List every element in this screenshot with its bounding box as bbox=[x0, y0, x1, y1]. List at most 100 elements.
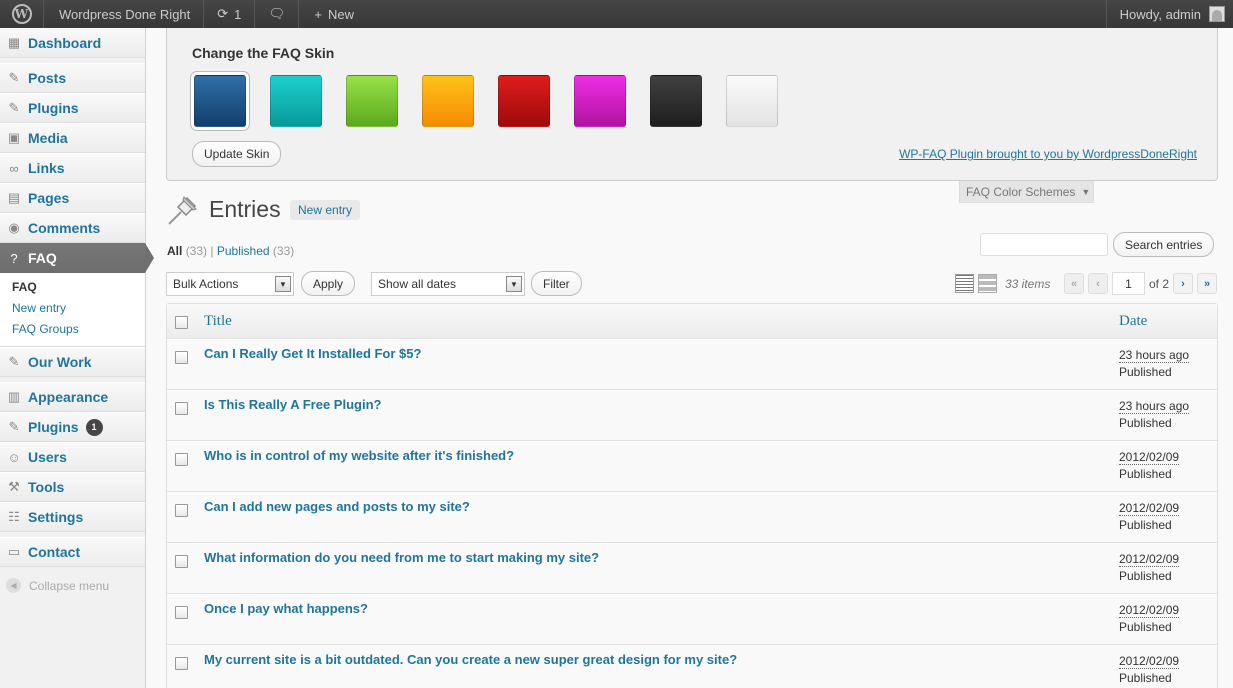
submenu-item-new-entry[interactable]: New entry bbox=[0, 298, 145, 319]
swatch-white[interactable] bbox=[726, 75, 778, 127]
row-checkbox[interactable] bbox=[175, 555, 188, 568]
prev-page-button[interactable]: ‹ bbox=[1088, 273, 1108, 294]
menu-label: Our Work bbox=[28, 354, 92, 370]
howdy-text: Howdy, admin bbox=[1119, 6, 1201, 22]
pushpin-icon: ✎ bbox=[8, 70, 20, 85]
refresh-icon: ⟳ bbox=[217, 6, 229, 21]
menu-item-posts[interactable]: ✎ Posts bbox=[0, 63, 145, 93]
submenu-item-faq[interactable]: FAQ bbox=[0, 277, 145, 298]
entry-date: 2012/02/09 Published bbox=[1119, 551, 1180, 585]
list-view-icon[interactable] bbox=[955, 274, 974, 293]
menu-label: Plugins bbox=[28, 100, 79, 116]
wordpress-logo-icon: W bbox=[11, 4, 32, 24]
triangle-down-icon: ▼ bbox=[1081, 186, 1091, 197]
table-row: What information do you need from me to … bbox=[167, 543, 1217, 594]
plugin-credit-link[interactable]: WP-FAQ Plugin brought to you by Wordpres… bbox=[899, 147, 1197, 161]
filter-published-link[interactable]: Published bbox=[217, 244, 270, 258]
admin-menu: ▦ Dashboard ✎ Posts ✎ Plugins ▣ Media ∞ Links… bbox=[0, 28, 154, 688]
search-input[interactable] bbox=[980, 233, 1108, 256]
excerpt-view-icon[interactable] bbox=[978, 274, 997, 293]
row-checkbox[interactable] bbox=[175, 606, 188, 619]
menu-item-plugins[interactable]: ✎ Plugins 1 bbox=[0, 412, 145, 442]
new-content-menu[interactable]: + New bbox=[299, 0, 369, 28]
menu-item-media[interactable]: ▣ Media bbox=[0, 123, 145, 153]
update-skin-button[interactable]: Update Skin bbox=[192, 141, 282, 167]
faq-color-schemes-tab[interactable]: FAQ Color Schemes ▼ bbox=[959, 181, 1094, 203]
comment-icon: ◉ bbox=[8, 220, 20, 235]
comment-bubble-icon: 🗨 bbox=[268, 6, 286, 21]
comments-link[interactable]: 🗨 bbox=[255, 0, 300, 28]
entries-table: Title Date Can I Really Get It Installed… bbox=[166, 303, 1218, 688]
menu-item-appearance[interactable]: ▥ Appearance bbox=[0, 382, 145, 412]
swatch-green[interactable] bbox=[346, 75, 398, 127]
entry-title-link[interactable]: What information do you need from me to … bbox=[204, 550, 599, 565]
new-label: New bbox=[328, 6, 355, 22]
menu-item-comments[interactable]: ◉ Comments bbox=[0, 213, 145, 243]
first-page-button[interactable]: « bbox=[1064, 273, 1084, 294]
appearance-icon: ▥ bbox=[7, 389, 21, 404]
collapse-menu-button[interactable]: ◀ Collapse menu bbox=[0, 567, 145, 604]
menu-item-users[interactable]: ☺ Users bbox=[0, 442, 145, 472]
row-checkbox[interactable] bbox=[175, 453, 188, 466]
row-checkbox[interactable] bbox=[175, 402, 188, 415]
entry-date-value: 2012/02/09 bbox=[1119, 603, 1180, 618]
row-checkbox[interactable] bbox=[175, 657, 188, 670]
swatch-magenta[interactable] bbox=[574, 75, 626, 127]
select-all-checkbox[interactable] bbox=[175, 316, 188, 329]
swatch-blue[interactable] bbox=[194, 75, 246, 127]
menu-item-faq[interactable]: ? FAQ bbox=[0, 243, 154, 273]
row-checkbox[interactable] bbox=[175, 504, 188, 517]
menu-item-settings[interactable]: ☷ Settings bbox=[0, 502, 145, 532]
menu-item-contact[interactable]: ▭ Contact bbox=[0, 537, 145, 567]
site-name-link[interactable]: Wordpress Done Right bbox=[44, 0, 205, 28]
entry-title-link[interactable]: Who is in control of my website after it… bbox=[204, 448, 514, 463]
entry-date: 2012/02/09 Published bbox=[1119, 449, 1180, 483]
row-checkbox[interactable] bbox=[175, 351, 188, 364]
updates-link[interactable]: ⟳ 1 bbox=[204, 0, 256, 28]
menu-item-tools[interactable]: ⚒ Tools bbox=[0, 472, 145, 502]
menu-item-plugins-top[interactable]: ✎ Plugins bbox=[0, 93, 145, 123]
menu-label: Users bbox=[28, 449, 67, 465]
plugins-update-badge: 1 bbox=[85, 418, 103, 436]
dashboard-icon: ▦ bbox=[7, 35, 21, 50]
account-menu[interactable]: Howdy, admin bbox=[1105, 0, 1233, 28]
plugin-icon: ✎ bbox=[8, 419, 20, 434]
plus-icon: + bbox=[314, 6, 322, 22]
admin-bar: W Wordpress Done Right ⟳ 1 🗨 + New Howdy… bbox=[0, 0, 1233, 28]
entry-title-link[interactable]: Once I pay what happens? bbox=[204, 601, 368, 616]
search-entries-button[interactable]: Search entries bbox=[1113, 232, 1215, 257]
menu-item-our-work[interactable]: ✎ Our Work bbox=[0, 347, 145, 377]
menu-item-dashboard[interactable]: ▦ Dashboard bbox=[0, 28, 145, 58]
filter-button[interactable]: Filter bbox=[531, 271, 582, 296]
entry-date: 2012/02/09 Published bbox=[1119, 653, 1180, 687]
tools-icon: ⚒ bbox=[8, 479, 20, 494]
submenu-item-faq-groups[interactable]: FAQ Groups bbox=[0, 319, 145, 340]
bulk-actions-select[interactable]: Bulk Actions ▼ bbox=[166, 272, 294, 296]
entry-status: Published bbox=[1119, 569, 1172, 583]
entry-title-link[interactable]: Is This Really A Free Plugin? bbox=[204, 397, 381, 412]
swatch-orange[interactable] bbox=[422, 75, 474, 127]
date-filter-select[interactable]: Show all dates ▼ bbox=[371, 272, 525, 296]
entry-title-link[interactable]: Can I add new pages and posts to my site… bbox=[204, 499, 470, 514]
swatch-red[interactable] bbox=[498, 75, 550, 127]
menu-item-pages[interactable]: ▤ Pages bbox=[0, 183, 145, 213]
current-page-input[interactable]: 1 bbox=[1112, 272, 1145, 295]
apply-button[interactable]: Apply bbox=[301, 271, 356, 296]
next-page-button[interactable]: › bbox=[1173, 273, 1193, 294]
swatch-teal[interactable] bbox=[270, 75, 322, 127]
menu-item-links[interactable]: ∞ Links bbox=[0, 153, 145, 183]
column-date-header[interactable]: Date bbox=[1119, 313, 1147, 330]
wordpress-logo-menu[interactable]: W bbox=[0, 0, 44, 28]
menu-label: Links bbox=[28, 160, 65, 176]
filter-all-link[interactable]: All bbox=[167, 244, 182, 258]
entry-date-value: 23 hours ago bbox=[1119, 399, 1190, 414]
last-page-button[interactable]: » bbox=[1197, 273, 1217, 294]
entry-title-link[interactable]: My current site is a bit outdated. Can y… bbox=[204, 652, 737, 667]
entry-title-link[interactable]: Can I Really Get It Installed For $5? bbox=[204, 346, 421, 361]
entry-date-value: 2012/02/09 bbox=[1119, 450, 1180, 465]
skin-panel-heading: Change the FAQ Skin bbox=[192, 45, 335, 61]
swatch-black[interactable] bbox=[650, 75, 702, 127]
table-row: My current site is a bit outdated. Can y… bbox=[167, 645, 1217, 688]
column-title-header[interactable]: Title bbox=[204, 313, 232, 330]
add-new-entry-button[interactable]: New entry bbox=[290, 200, 361, 220]
